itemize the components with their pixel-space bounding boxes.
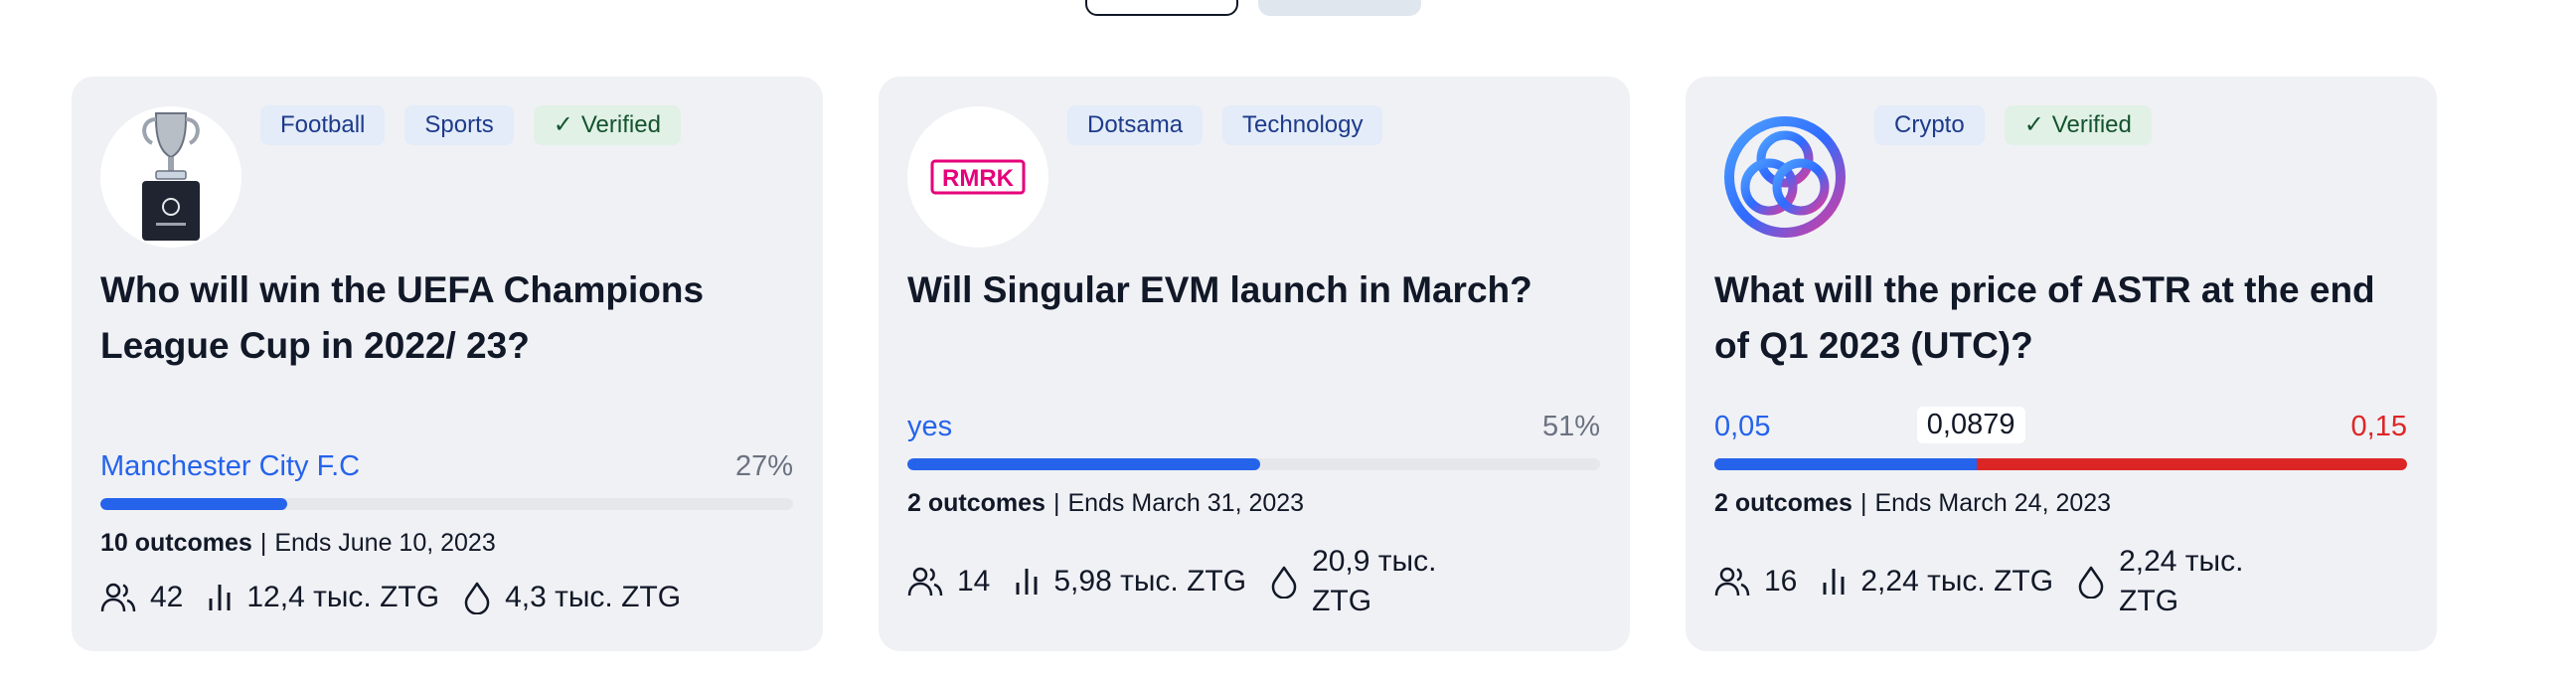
volume-stat: 5,98 тыс. ZTG [1014, 565, 1246, 599]
outcome-progress-fill [100, 498, 288, 510]
users-icon [100, 583, 136, 612]
scalar-bar [1714, 458, 2407, 470]
tag-sports[interactable]: Sports [404, 105, 514, 145]
scalar-range: 0,05 0,0879 0,15 [1714, 407, 2407, 450]
liquidity-stat: 4,3 тыс. ZTG [463, 581, 681, 614]
meta-separator: | [259, 529, 267, 557]
traders-stat: 42 [100, 581, 183, 614]
end-date: Ends March 31, 2023 [1067, 489, 1305, 517]
traders-count: 14 [957, 565, 991, 598]
users-icon [907, 567, 943, 597]
liquidity-stat: 2,24 тыс. ZTG [2077, 542, 2268, 621]
outcome-progress [907, 458, 1600, 470]
end-date: Ends June 10, 2023 [274, 529, 496, 557]
outcome-progress-fill [907, 458, 1261, 470]
tag-list: Football Sports ✓ Verified [260, 105, 681, 145]
liquidity-stat: 20,9 тыс. ZTG [1270, 542, 1461, 621]
bar-chart-icon [1016, 569, 1038, 595]
market-stats: 42 12,4 тыс. ZTG 4,3 тыс. ZTG [100, 581, 705, 614]
bar-chart-icon [209, 585, 231, 610]
volume-value: 12,4 тыс. ZTG [246, 581, 440, 613]
check-icon: ✓ [2023, 111, 2044, 138]
scalar-max: 0,15 [2350, 411, 2407, 442]
astar-logo [1724, 116, 1846, 238]
verified-label: Verified [580, 111, 661, 138]
bar-chart-icon [1823, 569, 1845, 595]
rmrk-logo: RMRK [930, 159, 1026, 195]
market-meta: 2 outcomes | Ends March 24, 2023 [1714, 489, 2111, 518]
outcome-percent: 51% [1541, 411, 1600, 442]
leading-outcome: Manchester City F.C 27% [100, 450, 793, 483]
verified-badge: ✓ Verified [2004, 105, 2152, 145]
market-avatar [100, 106, 242, 248]
tag-list: Dotsama Technology [1067, 105, 1383, 145]
market-card[interactable]: Crypto ✓ Verified What will the price of … [1686, 77, 2437, 651]
market-title[interactable]: What will the price of ASTR at the end o… [1714, 262, 2410, 374]
tag-technology[interactable]: Technology [1222, 105, 1383, 145]
volume-stat: 12,4 тыс. ZTG [207, 581, 439, 614]
traders-count: 16 [1764, 565, 1798, 598]
volume-value: 5,98 тыс. ZTG [1053, 565, 1247, 598]
leading-outcome: yes 51% [907, 411, 1600, 443]
svg-text:RMRK: RMRK [942, 165, 1015, 192]
verified-badge: ✓ Verified [533, 105, 681, 145]
traders-count: 42 [150, 581, 184, 613]
tag-football[interactable]: Football [260, 105, 386, 145]
market-card[interactable]: Football Sports ✓ Verified Who will win t… [72, 77, 823, 651]
tab-outline[interactable] [1085, 0, 1238, 16]
meta-separator: | [1052, 489, 1060, 517]
tag-dotsama[interactable]: Dotsama [1067, 105, 1204, 145]
market-meta: 10 outcomes | Ends June 10, 2023 [100, 529, 496, 558]
scalar-bar-fill [1714, 458, 1978, 470]
volume-value: 2,24 тыс. ZTG [1860, 565, 2054, 598]
droplet-icon [1271, 566, 1297, 599]
liquidity-value: 20,9 тыс. ZTG [1312, 545, 1437, 617]
tag-list: Crypto ✓ Verified [1874, 105, 2152, 145]
volume-stat: 2,24 тыс. ZTG [1821, 565, 2053, 599]
droplet-icon [464, 582, 490, 614]
scalar-current: 0,0879 [1916, 407, 2025, 443]
outcomes-count: 2 outcomes [907, 489, 1046, 517]
users-icon [1714, 567, 1750, 597]
meta-separator: | [1859, 489, 1867, 517]
trophy-icon [142, 112, 200, 241]
market-avatar [1714, 106, 1855, 248]
tab-filled[interactable] [1258, 0, 1421, 16]
outcome-progress [100, 498, 793, 510]
end-date: Ends March 24, 2023 [1874, 489, 2112, 517]
market-title[interactable]: Will Singular EVM launch in March? [907, 262, 1603, 318]
market-meta: 2 outcomes | Ends March 31, 2023 [907, 489, 1304, 518]
market-avatar: RMRK [907, 106, 1048, 248]
verified-label: Verified [2051, 111, 2132, 138]
market-card[interactable]: RMRK Dotsama Technology Will Singular EV… [879, 77, 1630, 651]
market-stats: 14 5,98 тыс. ZTG 20,9 тыс. ZTG [907, 542, 1485, 621]
market-title[interactable]: Who will win the UEFA Champions League C… [100, 262, 796, 374]
outcomes-count: 10 outcomes [100, 529, 252, 557]
outcomes-count: 2 outcomes [1714, 489, 1852, 517]
tag-crypto[interactable]: Crypto [1874, 105, 1985, 145]
traders-stat: 14 [907, 565, 990, 599]
outcome-percent: 27% [734, 450, 793, 482]
outcome-label: Manchester City F.C [100, 450, 361, 482]
check-icon: ✓ [553, 111, 573, 138]
market-stats: 16 2,24 тыс. ZTG 2,24 тыс. ZTG [1714, 542, 2292, 621]
traders-stat: 16 [1714, 565, 1797, 599]
liquidity-value: 2,24 тыс. ZTG [2119, 545, 2244, 617]
droplet-icon [2078, 566, 2104, 599]
scalar-min: 0,05 [1714, 411, 1771, 442]
outcome-label: yes [907, 411, 953, 442]
liquidity-value: 4,3 тыс. ZTG [505, 581, 682, 613]
